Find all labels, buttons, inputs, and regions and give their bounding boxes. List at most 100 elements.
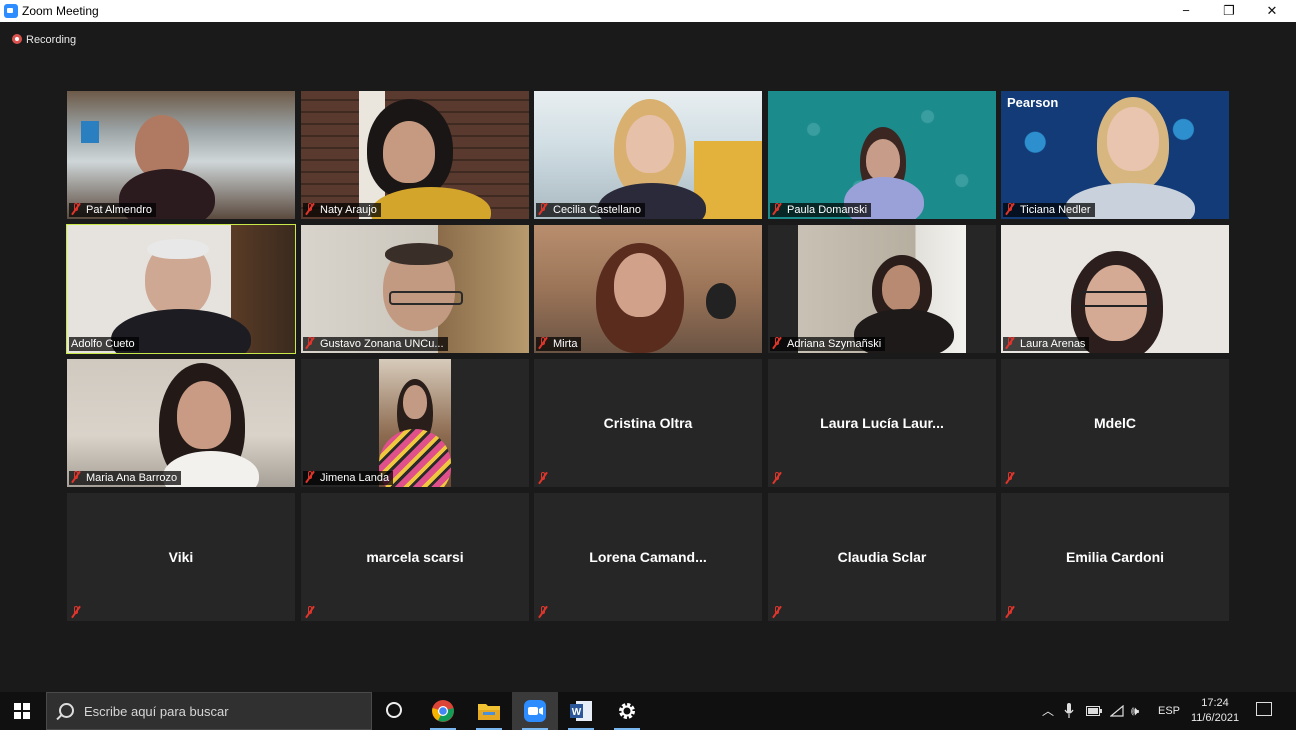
participant-tile[interactable]: Laura Lucía Laur... [768,359,996,487]
word-icon: W [570,701,592,721]
participant-name-label: Laura Arenas [1003,337,1090,351]
record-icon [12,34,22,44]
participant-tile[interactable]: Pearson Ticiana Nedler [1001,91,1229,219]
participant-tile[interactable]: Emilia Cardoni [1001,493,1229,621]
language-indicator[interactable]: ESP [1158,692,1180,730]
participant-name: Viki [168,549,194,565]
taskbar-clock[interactable]: 17:24 11/6/2021 [1186,696,1244,726]
zoom-taskbar-button[interactable] [512,692,558,730]
participant-name: Cristina Oltra [603,415,693,431]
muted-mic-icon [305,337,315,349]
participant-name-label: Jimena Landa [303,471,394,485]
participant-tile[interactable]: Viki [67,493,295,621]
video-feed: Pearson [1001,91,1229,219]
muted-mic-icon [1005,472,1015,484]
window-title-bar: Zoom Meeting − ❐ ✕ [0,0,1296,22]
battery-icon[interactable] [1086,692,1102,730]
maximize-button[interactable]: ❐ [1209,0,1249,22]
participant-name: Lorena Camand... [589,549,707,565]
participant-tile[interactable]: Claudia Sclar [768,493,996,621]
window-title: Zoom Meeting [22,4,99,18]
participant-name: marcela scarsi [366,549,464,565]
recording-label: Recording [26,34,77,46]
participant-name: MdelC [1094,415,1136,431]
participant-tile[interactable]: Cristina Oltra [534,359,762,487]
participant-name-label: Adriana Szymañski [770,337,886,351]
participant-tile-active-speaker[interactable]: Adolfo Cueto [66,224,296,354]
participant-tile[interactable]: Laura Arenas [1001,225,1229,353]
clock-date: 11/6/2021 [1190,712,1240,724]
video-feed [379,359,451,487]
muted-mic-icon [1005,337,1015,349]
participant-name: Claudia Sclar [837,549,927,565]
clock-time: 17:24 [1201,697,1229,709]
participant-name-label: Cecilia Castellano [536,203,646,217]
wifi-icon[interactable] [1109,692,1124,730]
microphone-tray-icon[interactable] [1064,692,1074,730]
participant-tile[interactable]: Jimena Landa [301,359,529,487]
participant-tile[interactable]: Adriana Szymañski [768,225,996,353]
participant-name-label: Naty Araujo [303,203,381,217]
task-view-icon[interactable] [386,702,402,718]
show-hidden-icons-chevron-icon[interactable]: ︿ [1042,692,1054,730]
participant-tile[interactable]: Naty Araujo [301,91,529,219]
video-feed [301,91,529,219]
muted-mic-icon [538,337,548,349]
video-feed [534,91,762,219]
muted-mic-icon [538,606,548,618]
participant-name-label: Adolfo Cueto [69,337,139,351]
gallery-view: Pat Almendro Naty Araujo Cecilia Castell… [66,91,1229,621]
participant-name-label: Maria Ana Barrozo [69,471,182,485]
muted-mic-icon [305,606,315,618]
participant-tile[interactable]: Lorena Camand... [534,493,762,621]
participant-tile[interactable]: Mirta [534,225,762,353]
notification-center-icon[interactable] [1256,702,1272,716]
video-feed [67,359,295,487]
taskbar-search-box[interactable]: Escribe aquí para buscar [46,692,372,730]
search-placeholder: Escribe aquí para buscar [84,704,229,719]
file-explorer-taskbar-button[interactable] [466,692,512,730]
participant-tile[interactable]: Paula Domanski [768,91,996,219]
minimize-button[interactable]: − [1166,0,1206,22]
zoom-icon [524,700,546,722]
video-feed [798,225,966,353]
participant-tile[interactable]: marcela scarsi [301,493,529,621]
muted-mic-icon [538,203,548,215]
muted-mic-icon [305,471,315,483]
participant-tile[interactable]: Pat Almendro [67,91,295,219]
video-feed [301,225,529,353]
participant-tile[interactable]: MdelC [1001,359,1229,487]
chrome-icon [432,700,454,722]
file-explorer-icon [478,704,500,720]
word-taskbar-button[interactable]: W [558,692,604,730]
participant-tile[interactable]: Maria Ana Barrozo [67,359,295,487]
windows-taskbar: Escribe aquí para buscar W ︿ 🕪 ESP 17:24… [0,692,1296,730]
volume-icon[interactable]: 🕪 [1131,692,1139,730]
zoom-app-icon [4,4,18,18]
participant-name-label: Gustavo Zonana UNCu... [303,337,448,351]
muted-mic-icon [772,606,782,618]
video-feed [67,225,295,353]
windows-start-button[interactable] [14,703,30,719]
muted-mic-icon [1005,606,1015,618]
recording-indicator[interactable]: Recording [12,34,76,46]
participant-name-label: Mirta [536,337,582,351]
video-feed [1001,225,1229,353]
close-button[interactable]: ✕ [1252,0,1292,22]
muted-mic-icon [71,203,81,215]
participant-tile[interactable]: Gustavo Zonana UNCu... [301,225,529,353]
participant-tile[interactable]: Cecilia Castellano [534,91,762,219]
video-feed [67,91,295,219]
settings-icon [619,703,635,719]
video-feed [768,91,996,219]
search-icon [59,703,74,718]
participant-name: Laura Lucía Laur... [820,415,944,431]
participant-name-label: Ticiana Nedler [1003,203,1095,217]
svg-text:W: W [572,707,582,718]
pearson-logo: Pearson [1007,95,1059,110]
settings-taskbar-button[interactable] [604,692,650,730]
muted-mic-icon [772,337,782,349]
participant-name-label: Paula Domanski [770,203,872,217]
chrome-taskbar-button[interactable] [420,692,466,730]
muted-mic-icon [71,606,81,618]
